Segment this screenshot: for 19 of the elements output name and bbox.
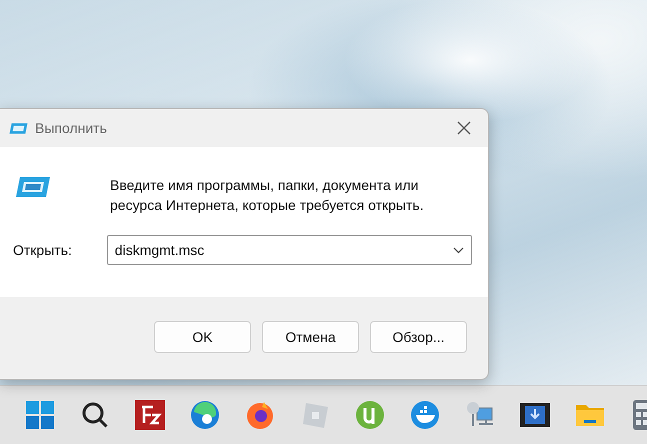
browser-icon[interactable]: [190, 400, 220, 430]
run-icon: [15, 175, 51, 199]
ftp-client-icon[interactable]: [135, 400, 165, 430]
open-input-field[interactable]: diskmgmt.msc: [106, 235, 472, 265]
start-icon[interactable]: [25, 400, 55, 430]
open-label: Открыть:: [13, 242, 73, 258]
window-title: Выполнить: [35, 120, 108, 136]
video-download-icon[interactable]: [520, 400, 550, 430]
close-icon: [457, 121, 471, 135]
dialog-button[interactable]: Отмена: [262, 321, 359, 353]
torrent-icon[interactable]: [355, 400, 385, 430]
search-icon[interactable]: [80, 400, 110, 430]
chevron-down-icon[interactable]: [453, 247, 464, 254]
fox-browser-icon[interactable]: [245, 400, 275, 430]
dialog-button[interactable]: Обзор...: [370, 321, 467, 353]
dialog-button[interactable]: OK: [154, 321, 251, 353]
whale-icon[interactable]: [410, 400, 440, 430]
run-icon: [9, 122, 28, 134]
prompt-text: Введите имя программы, папки, документа или ресурса Интернета, которые требуется открыть.: [110, 176, 425, 215]
